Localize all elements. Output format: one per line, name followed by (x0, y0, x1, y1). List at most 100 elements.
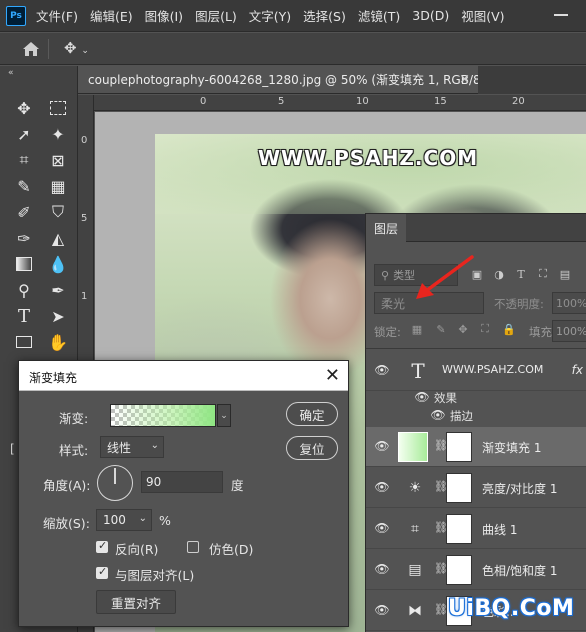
move-tool-preset-icon[interactable]: ✥ ⌄ (64, 39, 104, 59)
menu-filter[interactable]: 滤镜(T) (358, 6, 400, 25)
frame-tool-icon[interactable]: ⊠ (46, 148, 70, 172)
filter-type-icon[interactable]: T (514, 267, 528, 281)
ruler-mark: 15 (434, 96, 447, 107)
angle-input[interactable]: 90 (141, 471, 223, 493)
dither-checkbox[interactable] (187, 541, 199, 553)
visibility-eye-icon[interactable]: 👁 (374, 480, 390, 494)
visibility-eye-icon[interactable]: 👁 (374, 521, 390, 535)
layer-name: 色相/饱和度 1 (482, 564, 558, 578)
lock-pixels-icon[interactable]: ✎ (434, 322, 448, 336)
layers-panel-header: 图层 (366, 214, 586, 242)
history-brush-tool-icon[interactable]: ✑ (12, 226, 36, 250)
marquee-tool-icon[interactable] (46, 96, 70, 120)
scale-input[interactable]: 100 ⌄ (96, 509, 152, 531)
lock-artboard-icon[interactable]: ⛶ (478, 322, 492, 336)
layer-row-brightness-contrast[interactable]: 👁 ☀ ⛓ 亮度/对比度 1 (366, 468, 586, 508)
blur-tool-icon[interactable]: 💧 (46, 252, 70, 276)
dialog-title-bar[interactable]: 渐变填充 ✕ (19, 361, 348, 391)
angle-dial[interactable] (97, 465, 133, 501)
menu-image[interactable]: 图像(I) (145, 6, 183, 25)
layer-mask-thumbnail[interactable] (446, 555, 472, 585)
ruler-mark: 1 (81, 291, 88, 302)
type-layer-icon: T (411, 359, 425, 383)
scale-unit: % (159, 513, 171, 528)
lasso-tool-icon[interactable]: ➚ (12, 122, 36, 146)
crop-tool-icon[interactable]: ⌗ (12, 148, 36, 172)
menu-file[interactable]: 文件(F) (36, 6, 78, 25)
document-tab-title: couplephotography-6004268_1280.jpg @ 50%… (88, 73, 506, 87)
visibility-eye-icon[interactable]: 👁 (374, 603, 390, 617)
visibility-eye-icon[interactable]: 👁 (374, 562, 390, 576)
opacity-input[interactable]: 100% (552, 292, 586, 314)
layer-row-hue-saturation[interactable]: 👁 ▤ ⛓ 色相/饱和度 1 (366, 550, 586, 590)
menu-3d[interactable]: 3D(D) (412, 8, 449, 23)
path-selection-tool-icon[interactable]: ➤ (46, 304, 70, 328)
layer-mask-thumbnail[interactable] (446, 432, 472, 462)
eyedropper-tool-icon[interactable]: ✎ (12, 174, 36, 198)
pen-tool-icon[interactable]: ✒ (46, 278, 70, 302)
gradient-tool-icon[interactable] (12, 252, 36, 276)
ok-button[interactable]: 确定 (286, 402, 338, 426)
reverse-label: 反向(R) (115, 542, 159, 557)
canvas-text-layer: WWW.PSAHZ.COM (258, 146, 479, 170)
style-select[interactable]: 线性 ⌄ (100, 436, 164, 458)
menu-type[interactable]: 文字(Y) (249, 6, 291, 25)
layer-mask-thumbnail[interactable] (446, 514, 472, 544)
visibility-eye-icon[interactable]: 👁 (374, 439, 390, 453)
angle-unit: 度 (231, 478, 244, 493)
filter-search-icon: ⚲ (381, 268, 390, 282)
dodge-tool-icon[interactable]: ⚲ (12, 278, 36, 302)
stroke-effect-row[interactable]: 👁 描边 (366, 406, 586, 424)
menu-select[interactable]: 选择(S) (303, 6, 346, 25)
tab-bar-empty (478, 66, 586, 94)
filter-adjustment-icon[interactable]: ◑ (492, 267, 506, 281)
align-with-layer-checkbox[interactable] (96, 565, 108, 579)
minimize-icon[interactable] (554, 8, 568, 22)
layer-row-gradient-fill[interactable]: 👁 ⛓ 渐变填充 1 (366, 427, 586, 467)
reset-align-button[interactable]: 重置对齐 (96, 590, 176, 614)
home-icon[interactable] (22, 41, 40, 57)
layer-mask-thumbnail[interactable] (446, 473, 472, 503)
spot-healing-tool-icon[interactable]: ▦ (46, 174, 70, 198)
collapse-arrows-icon[interactable]: « (8, 68, 14, 78)
magic-wand-tool-icon[interactable]: ✦ (46, 122, 70, 146)
move-tool-icon[interactable]: ✥ (12, 96, 36, 120)
filter-smart-object-icon[interactable]: ▤ (558, 267, 572, 281)
effects-label: 效果 (434, 391, 457, 405)
document-tab[interactable]: couplephotography-6004268_1280.jpg @ 50%… (78, 66, 505, 94)
close-tab-icon[interactable]: × (459, 72, 470, 87)
layer-row-curves[interactable]: 👁 ⌗ ⛓ 曲线 1 (366, 509, 586, 549)
gradient-swatch[interactable] (110, 404, 216, 427)
effects-visibility-eye-icon[interactable]: 👁 (414, 390, 430, 404)
ruler-mark: 5 (81, 213, 88, 224)
fx-icon[interactable]: fx (572, 363, 583, 377)
hand-tool-icon[interactable]: ✋ (46, 330, 70, 354)
lock-transparent-icon[interactable]: ▦ (410, 322, 424, 336)
type-tool-icon[interactable]: T (12, 304, 36, 328)
visibility-eye-icon[interactable]: 👁 (374, 363, 390, 377)
rectangle-tool-icon[interactable] (12, 330, 36, 354)
chevron-down-icon[interactable]: ⌄ (217, 404, 231, 427)
stroke-visibility-eye-icon[interactable]: 👁 (430, 408, 446, 422)
gradient-label: 渐变: (59, 411, 89, 426)
menu-view[interactable]: 视图(V) (461, 6, 504, 25)
lock-all-icon[interactable]: 🔒 (502, 322, 516, 336)
scale-label: 缩放(S): (43, 516, 90, 531)
filter-shape-icon[interactable]: ⛶ (536, 267, 550, 281)
stamp-tool-icon[interactable]: ⛉ (46, 200, 70, 224)
reset-button[interactable]: 复位 (286, 436, 338, 460)
eraser-tool-icon[interactable]: ◭ (46, 226, 70, 250)
tab-layers[interactable]: 图层 (366, 214, 406, 242)
layer-row-type[interactable]: 👁 T WWW.PSAHZ.COM fx (366, 351, 586, 391)
reverse-checkbox[interactable] (96, 539, 108, 553)
options-separator (48, 39, 49, 59)
lock-position-icon[interactable]: ✥ (456, 322, 470, 336)
effects-row[interactable]: 👁 效果 (366, 388, 586, 406)
style-label: 样式: (59, 443, 89, 458)
menu-layer[interactable]: 图层(L) (195, 6, 237, 25)
fill-input[interactable]: 100% (552, 320, 586, 342)
photoshop-logo-icon: Ps (6, 5, 26, 26)
close-icon[interactable]: ✕ (325, 365, 340, 386)
menu-edit[interactable]: 编辑(E) (90, 6, 133, 25)
brush-tool-icon[interactable]: ✐ (12, 200, 36, 224)
